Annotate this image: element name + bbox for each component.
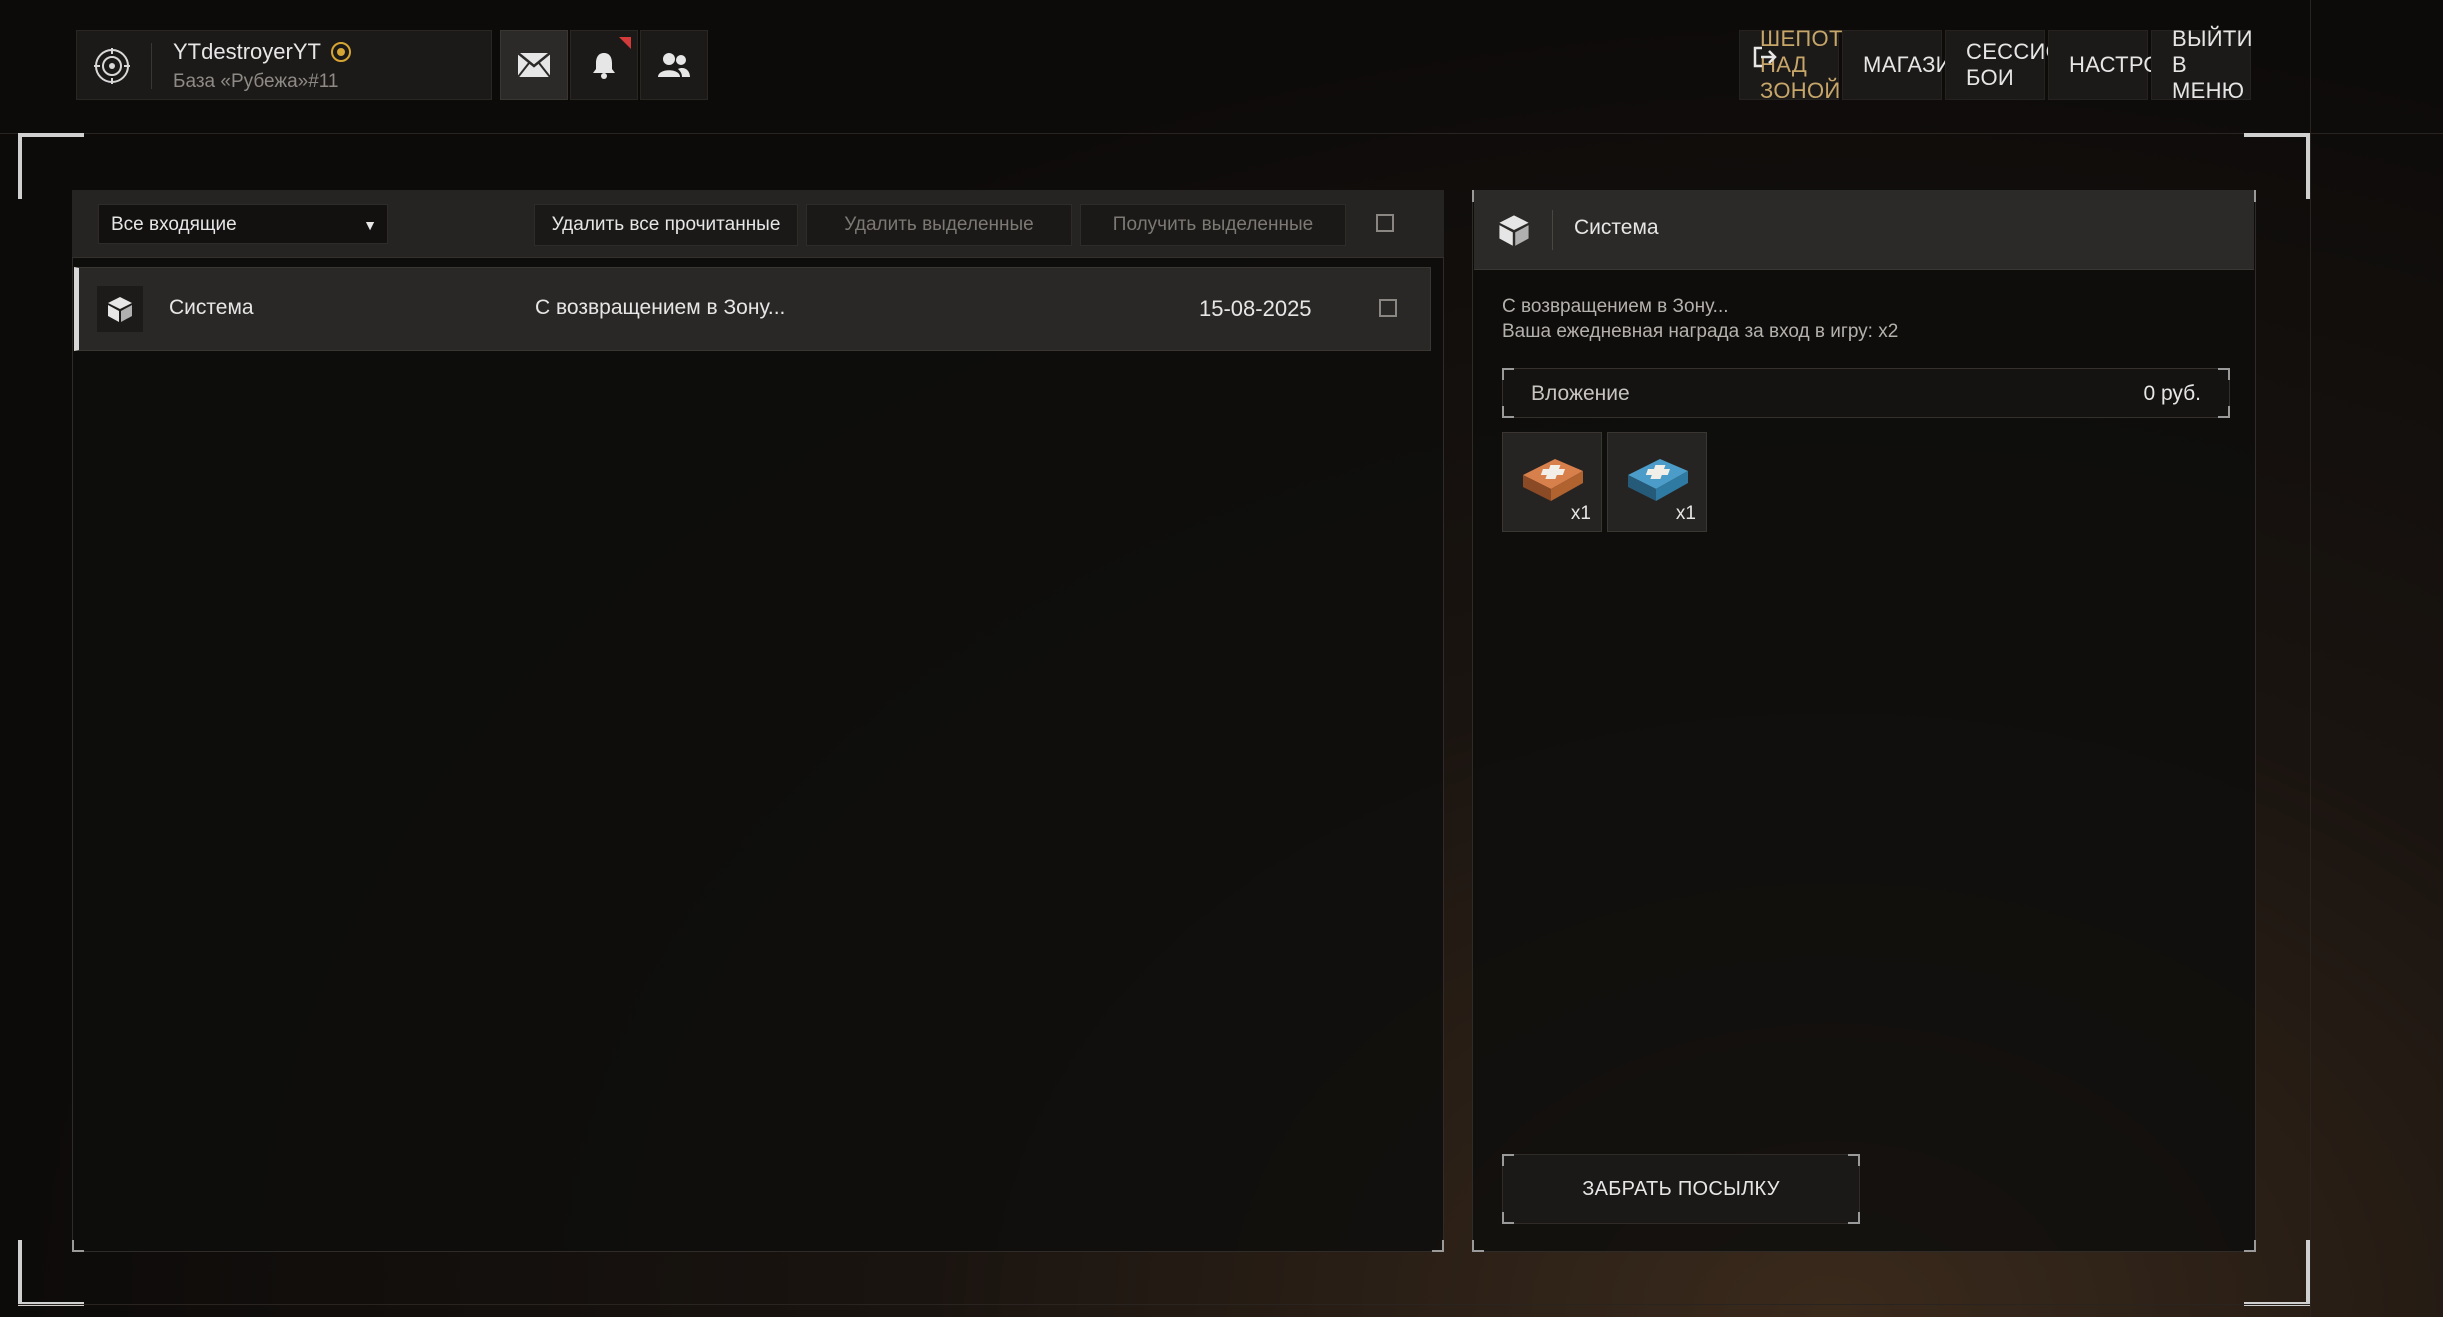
attachment-bar: Вложение 0 руб.	[1502, 368, 2230, 418]
detail-sender: Система	[1574, 216, 1659, 239]
topbar-divider	[0, 133, 2443, 134]
username: YTdestroyerYT	[173, 39, 351, 65]
item-quantity: x1	[1570, 503, 1591, 524]
receive-selected-button[interactable]: Получить выделенные	[1080, 204, 1346, 246]
item-quantity: x1	[1675, 503, 1696, 524]
mail-icon	[517, 52, 551, 78]
header-divider	[1552, 210, 1553, 250]
frame-bottom-line	[18, 1304, 2310, 1305]
package-icon	[1494, 210, 1534, 250]
profile-divider	[151, 43, 152, 89]
faction-logo-icon	[91, 45, 133, 87]
bell-icon	[593, 53, 615, 79]
frame-right-line	[2310, 0, 2311, 1317]
nav-exit-label: ВЫЙТИ В МЕНЮ	[2172, 26, 2253, 103]
base-label: База «Рубежа»#11	[173, 71, 339, 92]
notification-indicator	[619, 37, 631, 49]
mail-button[interactable]	[500, 30, 568, 100]
attachment-item[interactable]: x1	[1607, 432, 1707, 532]
message-detail-header: Система	[1474, 190, 2254, 270]
nav-exit-to-menu[interactable]: ВЫЙТИ В МЕНЮ	[1753, 26, 2252, 103]
claim-package-label: ЗАБРАТЬ ПОСЫЛКУ	[1582, 1177, 1780, 1200]
friends-button[interactable]	[640, 30, 708, 100]
friends-icon	[658, 53, 690, 77]
nav-shop[interactable]: МАГАЗИН	[1842, 30, 1968, 100]
medkit-orange-icon	[1523, 459, 1583, 501]
notifications-button[interactable]	[570, 30, 638, 100]
profile-card[interactable]: YTdestroyerYT База «Рубежа»#11	[76, 30, 492, 100]
nav-settings[interactable]: НАСТРОЙКИ	[2048, 30, 2206, 100]
medkit-blue-icon	[1628, 459, 1688, 501]
exit-icon	[1753, 46, 1777, 68]
inbox-toolbar: Все входящие ▼ Удалить все прочитанные У…	[72, 190, 1444, 258]
message-detail-panel	[1472, 190, 2256, 1252]
message-date: 15-08-2025	[1199, 296, 1312, 321]
message-body: С возвращением в Зону... Ваша ежедневная…	[1502, 294, 1898, 344]
message-subject: С возвращением в Зону...	[535, 296, 786, 319]
delete-selected-button[interactable]: Удалить выделенные	[806, 204, 1072, 246]
delete-read-button[interactable]: Удалить все прочитанные	[534, 204, 798, 246]
select-all-checkbox[interactable]	[1376, 214, 1394, 232]
message-body-line: Ваша ежедневная награда за вход в игру: …	[1502, 321, 1899, 342]
inbox-message-row[interactable]: Система С возвращением в Зону... 15-08-2…	[74, 267, 1431, 351]
attachment-label: Вложение	[1531, 382, 1630, 405]
message-body-line: С возвращением в Зону...	[1502, 296, 1729, 317]
rank-badge-icon	[330, 42, 351, 62]
claim-package-button[interactable]: ЗАБРАТЬ ПОСЫЛКУ	[1502, 1154, 1860, 1224]
attachment-value: 0 руб.	[2143, 382, 2201, 405]
main-nav: ШЕПОТ НАД ЗОНОЙ МАГАЗИН СЕССИОННЫЕ БОИ Н…	[1739, 26, 2252, 103]
message-checkbox[interactable]	[1379, 299, 1397, 317]
inbox-filter-select[interactable]: Все входящие ▼	[98, 204, 388, 244]
package-icon	[97, 286, 143, 332]
message-sender: Система	[169, 296, 254, 319]
chevron-down-icon: ▼	[363, 217, 377, 233]
attachment-item[interactable]: x1	[1502, 432, 1602, 532]
inbox-filter-value: Все входящие	[111, 214, 237, 235]
nav-session-battles[interactable]: СЕССИОННЫЕ БОИ	[1945, 30, 2130, 100]
